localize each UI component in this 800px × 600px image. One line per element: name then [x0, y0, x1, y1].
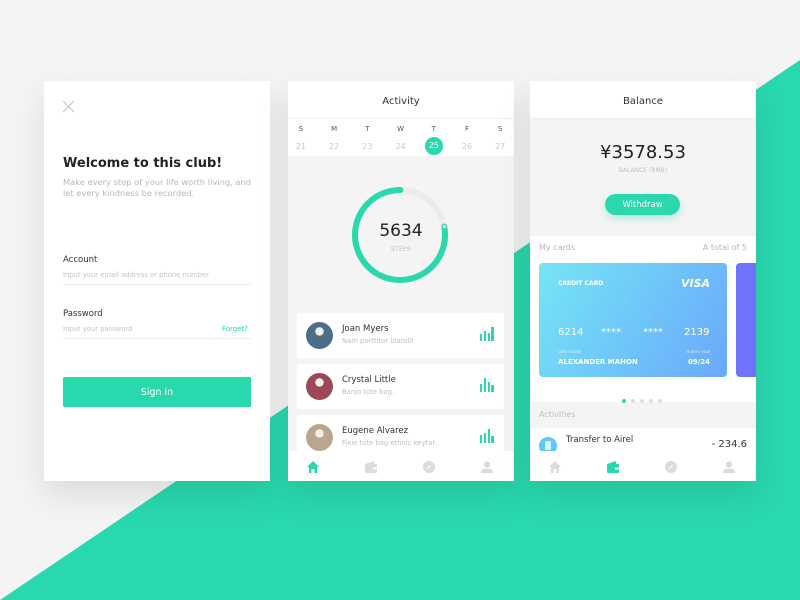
balance-title: Balance — [530, 81, 756, 119]
person-description: Banjo tote bag. — [342, 388, 395, 396]
user-icon[interactable] — [480, 459, 494, 473]
account-label: Account — [63, 255, 98, 265]
wallet-icon[interactable] — [606, 459, 620, 473]
person-description: Nam porttitor blandit — [342, 337, 414, 345]
card-holder-name: ALEXANDER MAHON — [558, 358, 638, 366]
avatar — [306, 373, 333, 400]
card-expiry: 09/24 — [687, 358, 710, 366]
sign-in-button[interactable]: Sign in — [63, 377, 251, 407]
balance-label: BALANCE (RMB) — [618, 167, 668, 174]
card-holder-label: CARD HOLDER — [558, 350, 582, 354]
bar — [487, 332, 490, 341]
activity-name: Transfer to Airel — [566, 435, 634, 445]
card-type: CREDIT CARD — [558, 280, 604, 287]
forget-password-link[interactable]: Forget? — [222, 325, 248, 333]
steps-label: STEPS — [390, 246, 412, 253]
activity-amount: - 234.6 — [711, 439, 747, 450]
bar — [480, 383, 483, 392]
person-name: Eugene Alvarez — [342, 426, 409, 436]
balance-screen: Balance ¥3578.53 BALANCE (RMB) Withdraw … — [530, 81, 756, 481]
day-of-week: W — [397, 125, 405, 133]
selected-date[interactable]: 25 — [424, 137, 443, 155]
steps-count: 5634 — [379, 221, 423, 241]
home-icon[interactable] — [548, 459, 562, 473]
account-input[interactable] — [63, 271, 248, 279]
date[interactable]: 21 — [292, 138, 310, 156]
day-of-week: T — [365, 125, 370, 133]
date[interactable]: 23 — [358, 138, 376, 156]
pagination-dot[interactable] — [622, 399, 626, 403]
bar — [491, 436, 494, 443]
my-cards-label: My cards — [539, 243, 575, 252]
card-expiry-label: MONTH / YEAR — [686, 350, 710, 354]
avatar — [306, 424, 333, 451]
password-field[interactable]: Forget? — [63, 325, 251, 339]
visa-logo: VISA — [680, 277, 710, 290]
day-of-week: S — [298, 125, 304, 133]
credit-card[interactable]: CREDIT CARD VISA 6214 **** **** 2139 CAR… — [539, 263, 727, 377]
date[interactable]: 24 — [392, 138, 410, 156]
balance-amount: ¥3578.53 — [600, 142, 686, 163]
activity-screen: Activity S 21 M 22 T 23 W 24 T 25 F 26 S 27 56… — [288, 81, 514, 481]
avatar — [306, 322, 333, 349]
bar — [491, 327, 494, 341]
bar — [487, 381, 490, 392]
home-icon[interactable] — [306, 459, 320, 473]
bar-chart-icon[interactable] — [480, 429, 494, 443]
card-number-group: 6214 — [558, 327, 584, 338]
pagination-dot[interactable] — [658, 399, 662, 403]
bar — [483, 330, 487, 341]
withdraw-button[interactable]: Withdraw — [605, 194, 680, 215]
next-card-peek[interactable] — [736, 263, 756, 377]
bar — [483, 378, 487, 392]
date[interactable]: 27 — [491, 138, 509, 156]
activity-item[interactable]: Transfer to Airel - 234.6 — [530, 428, 756, 455]
activities-label: Activities — [539, 410, 576, 419]
bar-chart-icon[interactable] — [480, 327, 494, 341]
bar — [491, 385, 494, 392]
cards-total-label: A total of 5 — [702, 243, 747, 252]
bar — [487, 429, 490, 443]
wallet-icon[interactable] — [364, 459, 378, 473]
welcome-title: Welcome to this club! — [63, 156, 223, 171]
pagination-dot[interactable] — [631, 399, 635, 403]
account-field[interactable] — [63, 271, 251, 285]
day-of-week: F — [464, 125, 470, 133]
day-of-week: T — [431, 125, 436, 133]
date[interactable]: 22 — [325, 138, 343, 156]
bar-chart-icon[interactable] — [480, 378, 494, 392]
day-of-week: S — [497, 125, 503, 133]
compass-icon[interactable] — [664, 459, 678, 473]
card-pagination — [622, 388, 667, 407]
person-name: Joan Myers — [342, 324, 389, 334]
pagination-dot[interactable] — [640, 399, 644, 403]
compass-icon[interactable] — [422, 459, 436, 473]
password-input[interactable] — [63, 325, 203, 333]
bar — [483, 432, 487, 443]
user-icon[interactable] — [722, 459, 736, 473]
date[interactable]: 26 — [458, 138, 476, 156]
list-item[interactable]: Crystal Little Banjo tote bag. — [297, 364, 504, 409]
bar — [480, 334, 483, 341]
welcome-subtitle: Make every step of your life worth livin… — [63, 177, 252, 198]
pagination-dot[interactable] — [649, 399, 653, 403]
bottom-tab-bar — [288, 451, 514, 481]
bottom-tab-bar — [530, 451, 756, 481]
close-icon[interactable] — [62, 100, 76, 114]
activity-title: Activity — [288, 81, 514, 119]
week-calendar: S 21 M 22 T 23 W 24 T 25 F 26 S 27 — [288, 119, 514, 156]
cards-section: My cards A total of 5 CREDIT CARD VISA 6… — [530, 236, 756, 403]
login-screen: Welcome to this club! Make every step of… — [44, 81, 270, 481]
person-name: Crystal Little — [342, 375, 396, 385]
bar — [480, 434, 483, 443]
password-label: Password — [63, 309, 103, 319]
card-number-group: 2139 — [684, 327, 710, 338]
day-of-week: M — [331, 125, 338, 133]
card-number-group: **** — [643, 327, 663, 338]
list-item[interactable]: Joan Myers Nam porttitor blandit — [297, 313, 504, 358]
card-number-group: **** — [601, 327, 621, 338]
person-description: Fixie tote bag ethnic keytar. — [342, 439, 437, 447]
